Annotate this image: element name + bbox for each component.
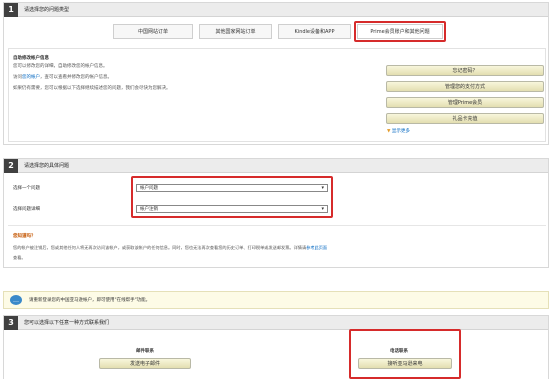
section-3-number: 3 bbox=[4, 315, 18, 330]
show-more-link[interactable]: ▼ 显示更多 bbox=[387, 128, 410, 134]
section-problem-type: 1 请选择您的问题类型 中国网站订单 其他国家网站订单 Kindle设备和APP… bbox=[3, 2, 549, 145]
show-more-label: 显示更多 bbox=[391, 129, 410, 134]
section-specific-problem: 2 请选择您的具体问题 选择一个问题 帐户问题 ▾ 选择问题详细 帐户注销 ▾ … bbox=[3, 158, 549, 268]
self-service-line-3: 如果仍有需要，您可以根据以下选择继续描述您的问题，我们会尽快为您解决。 bbox=[13, 86, 171, 91]
field-1-label: 选择一个问题 bbox=[13, 186, 40, 191]
line-2-suffix: ，查可以查看并修改您的帐户信息。 bbox=[40, 75, 112, 80]
send-email-button[interactable]: 发送电子邮件 bbox=[99, 358, 191, 369]
your-account-link[interactable]: 您的帐户 bbox=[22, 75, 40, 80]
forgot-password-button[interactable]: 忘记密码？ bbox=[386, 65, 544, 76]
section-1-number: 1 bbox=[4, 2, 18, 17]
tab-highlight-box bbox=[354, 21, 446, 42]
section-1-title: 请选择您的问题类型 bbox=[24, 7, 70, 13]
section-2-title: 请选择您的具体问题 bbox=[24, 163, 70, 169]
manage-prime-button[interactable]: 管理Prime会员 bbox=[386, 97, 544, 108]
section-2-number: 2 bbox=[4, 158, 18, 173]
section-3-title: 您可以选择以下任意一种方式联系我们 bbox=[24, 320, 110, 326]
field-2-label: 选择问题详细 bbox=[13, 207, 40, 212]
section-3-header: 3 您可以选择以下任意一种方式联系我们 bbox=[4, 315, 548, 330]
chevron-down-icon: ▼ bbox=[387, 129, 391, 134]
notice-line-1: 您的帐户被注销后，您或其他任何人将无再次访问该帐户，或获取该帐户的任何信息。同时… bbox=[13, 245, 327, 251]
section-2-header: 2 请选择您的具体问题 bbox=[4, 158, 548, 173]
chat-bubble-icon: … bbox=[10, 295, 22, 305]
notice-line-2: 查看。 bbox=[13, 255, 26, 260]
self-service-line-1: 您可以修改您的详细，自助修改您的帐户信息。 bbox=[13, 64, 108, 69]
login-tip-bar: … 请重新登录您的中国亚马逊帐户，即可使用"在线帮手"功能。 bbox=[3, 291, 549, 309]
tab-kindle[interactable]: Kindle设备和APP bbox=[278, 24, 351, 39]
gift-card-topup-button[interactable]: 礼品卡充值 bbox=[386, 113, 544, 124]
line-2-prefix: 访问 bbox=[13, 75, 22, 80]
divider bbox=[8, 225, 546, 226]
selects-highlight-box bbox=[131, 176, 333, 218]
self-service-line-2: 访问您的帐户，查可以查看并修改您的帐户信息。 bbox=[13, 74, 112, 80]
notice-title: 您知道吗？ bbox=[13, 234, 36, 239]
section-1-header: 1 请选择您的问题类型 bbox=[4, 2, 548, 17]
reference-page-link[interactable]: 参考此页面 bbox=[306, 245, 327, 250]
tip-text: 请重新登录您的中国亚马逊帐户，即可使用"在线帮手"功能。 bbox=[29, 298, 151, 303]
manage-payment-button[interactable]: 管理您的支付方式 bbox=[386, 81, 544, 92]
self-service-title: 自助修改帐户信息 bbox=[13, 56, 49, 61]
tab-china-orders[interactable]: 中国网站订单 bbox=[113, 24, 193, 39]
notice-text: 您的帐户被注销后，您或其他任何人将无再次访问该帐户，或获取该帐户的任何信息。同时… bbox=[13, 245, 307, 250]
phone-highlight-box bbox=[349, 329, 461, 379]
tab-other-country-orders[interactable]: 其他国家网站订单 bbox=[199, 24, 272, 39]
email-contact-title: 邮件联系 bbox=[136, 349, 154, 354]
section-contact-us: 3 您可以选择以下任意一种方式联系我们 邮件联系 发送电子邮件 电话联系 接听亚… bbox=[3, 315, 549, 379]
